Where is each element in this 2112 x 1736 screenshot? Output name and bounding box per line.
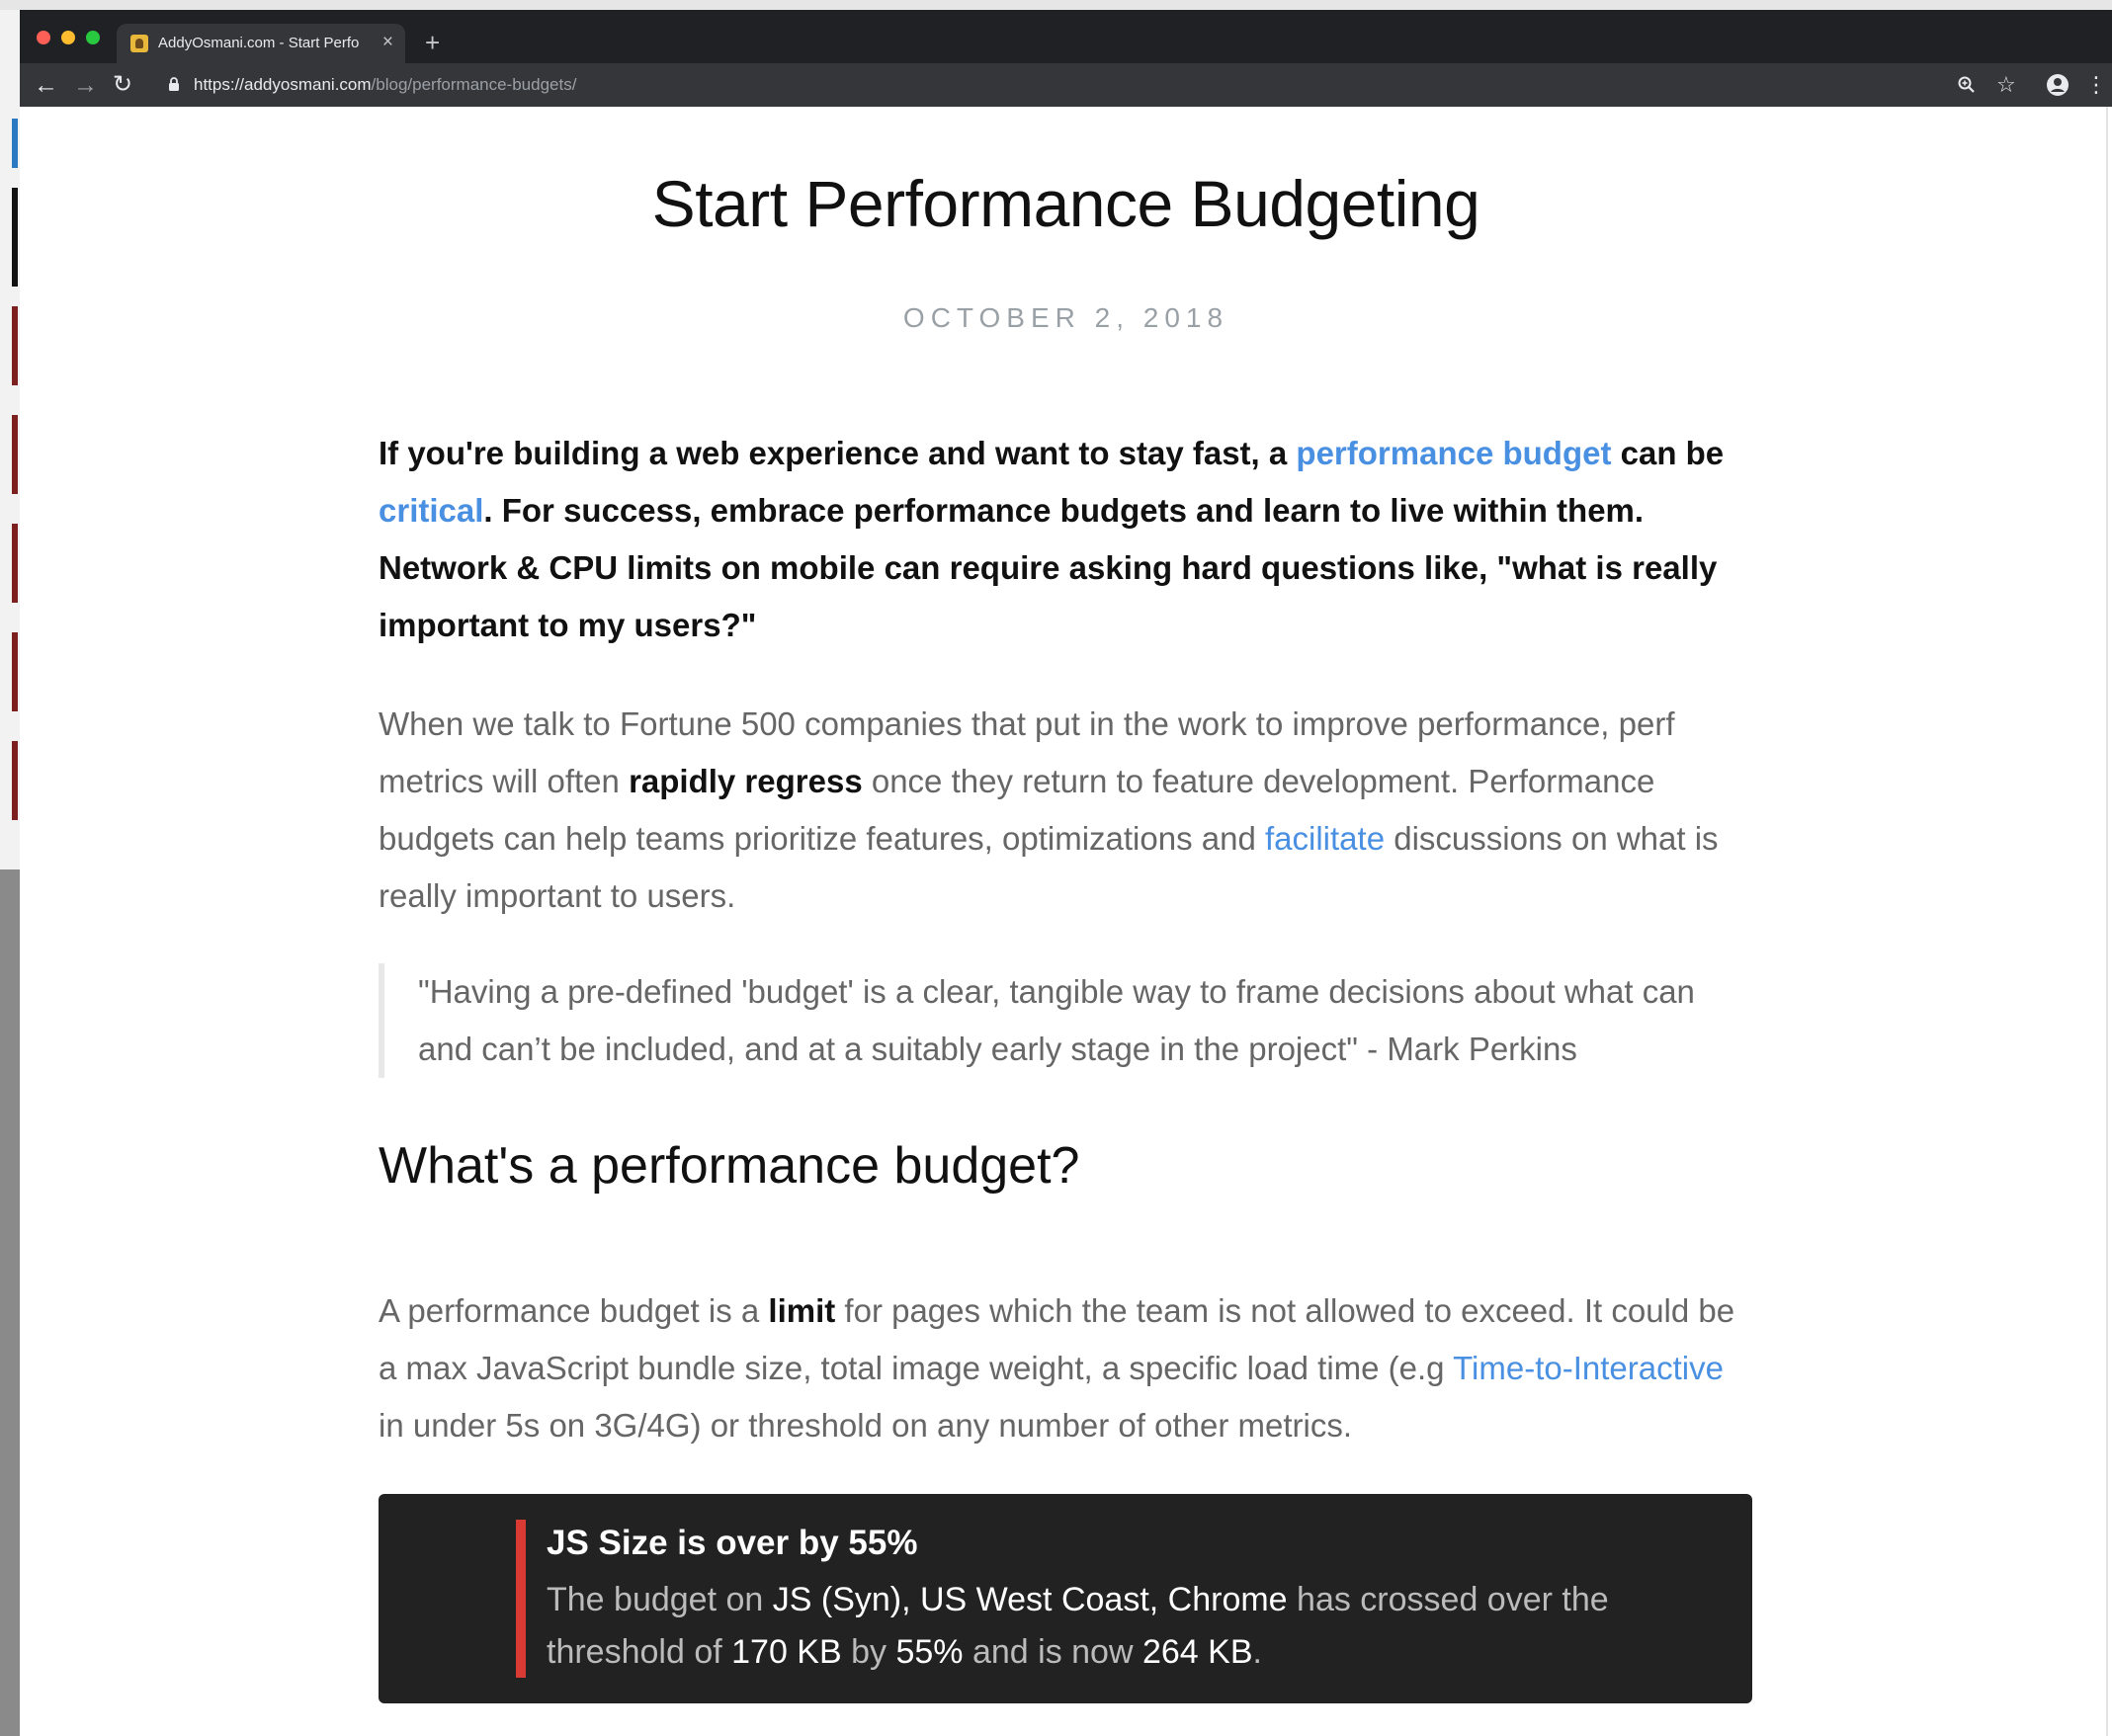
scrollbar-track[interactable] (2106, 107, 2108, 1736)
post-date: OCTOBER 2, 2018 (902, 302, 1229, 333)
zoom-icon[interactable] (1957, 75, 1977, 95)
bold-text: limit (768, 1292, 836, 1329)
body-paragraph: A performance budget is a limit for page… (379, 1282, 1752, 1454)
body-text: A performance budget is a (379, 1292, 769, 1329)
lock-icon (169, 77, 179, 91)
url-path: /blog/performance-budgets/ (371, 75, 577, 94)
lead-text: can be (1611, 435, 1725, 471)
body-paragraph: When we talk to Fortune 500 companies th… (379, 696, 1752, 925)
star-icon[interactable]: ☆ (1996, 72, 2016, 98)
browser-window: AddyOsmani.com - Start Perfo × + ← → ↻ h… (20, 10, 2112, 1736)
background-bar (12, 741, 18, 820)
browser-toolbar: ← → ↻ https://addyosmani.com/blog/perfor… (20, 63, 2112, 107)
blockquote: "Having a pre-defined 'budget' is a clea… (379, 963, 1752, 1078)
alert-title: JS Size is over by 55% (547, 1524, 918, 1562)
performance-budget-link[interactable]: performance budget (1296, 435, 1611, 471)
background-window-strip (0, 10, 20, 869)
alert-body: The budget on JS (Syn), US West Coast, C… (547, 1574, 1634, 1679)
tab-active[interactable]: AddyOsmani.com - Start Perfo × (117, 24, 405, 63)
account-icon[interactable] (2046, 73, 2070, 97)
critical-link[interactable]: critical (379, 492, 483, 529)
alert-text: The budget on (547, 1581, 773, 1618)
background-bar (12, 415, 18, 494)
quote-text: "Having a pre-defined 'budget' is a clea… (418, 973, 1695, 1067)
lead-text: If you're building a web experience and … (379, 435, 1297, 471)
background-bar (12, 524, 18, 603)
facilitate-link[interactable]: facilitate (1265, 820, 1385, 857)
zoom-window-button[interactable] (86, 31, 100, 44)
page-content: Start Performance Budgeting OCTOBER 2, 2… (20, 107, 2112, 1736)
alert-highlight: 170 KB (731, 1633, 842, 1671)
alert-accent-bar (516, 1520, 526, 1678)
url-host: https://addyosmani.com (194, 75, 372, 94)
body-text: in under 5s on 3G/4G) or threshold on an… (379, 1407, 1353, 1444)
budget-alert-image: JS Size is over by 55% The budget on JS … (379, 1494, 1752, 1703)
tab-close-icon[interactable]: × (382, 32, 393, 53)
arrow-right-icon[interactable]: → (73, 71, 98, 99)
background-bar (12, 306, 18, 385)
new-tab-button[interactable]: + (425, 30, 440, 55)
close-window-button[interactable] (37, 31, 50, 44)
bold-text: rapidly regress (629, 763, 863, 799)
arrow-left-icon[interactable]: ← (34, 71, 58, 99)
lead-text: . For success, embrace performance budge… (379, 492, 1718, 643)
tab-strip: AddyOsmani.com - Start Perfo × + (20, 10, 2112, 63)
desktop-menubar (0, 0, 2112, 10)
address-bar[interactable]: https://addyosmani.com/blog/performance-… (194, 75, 576, 95)
alert-highlight: 55% (895, 1633, 964, 1671)
alert-text: and is now (963, 1633, 1142, 1671)
tab-title: AddyOsmani.com - Start Perfo (158, 35, 360, 51)
background-bar (12, 119, 18, 168)
background-bar (12, 188, 18, 287)
alert-highlight: 264 KB (1141, 1633, 1253, 1671)
time-to-interactive-link[interactable]: Time-to-Interactive (1453, 1350, 1724, 1386)
alert-text: . (1252, 1633, 1262, 1671)
page-title: Start Performance Budgeting (651, 167, 1480, 240)
alert-highlight: JS (Syn), US West Coast, Chrome (772, 1581, 1288, 1618)
background-bar (12, 632, 18, 711)
favicon-icon (130, 35, 148, 52)
kebab-menu-icon[interactable]: ⋮ (2085, 72, 2107, 98)
alert-text: by (841, 1633, 896, 1671)
minimize-window-button[interactable] (61, 31, 75, 44)
section-heading: What's a performance budget? (379, 1137, 1080, 1195)
lead-paragraph: If you're building a web experience and … (379, 425, 1752, 654)
reload-icon[interactable]: ↻ (113, 71, 132, 99)
